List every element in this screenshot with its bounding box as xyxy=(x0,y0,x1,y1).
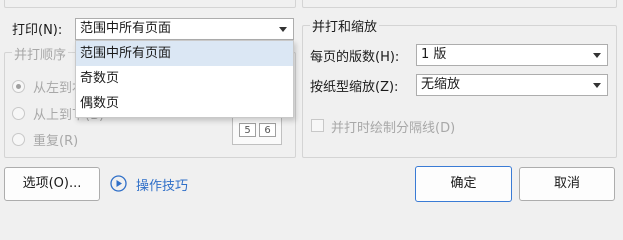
scale-group-title: 并打和缩放 xyxy=(310,16,380,35)
print-range-label: 打印(N): xyxy=(12,23,63,38)
pages-per-sheet-label: 每页的版数(H): xyxy=(310,50,400,65)
scale-to-paper-label: 按纸型缩放(Z): xyxy=(310,80,399,95)
preview-page: 5 xyxy=(239,123,256,137)
dropdown-option-even-pages[interactable]: 偶数页 xyxy=(76,91,293,116)
preview-page: 6 xyxy=(259,123,276,137)
play-circle-icon xyxy=(110,175,127,192)
dropdown-option-all-pages[interactable]: 范围中所有页面 xyxy=(76,41,293,66)
radio-left-to-right[interactable] xyxy=(12,80,25,93)
dropdown-option-odd-pages[interactable]: 奇数页 xyxy=(76,66,293,91)
draw-borders-label: 并打时绘制分隔线(D) xyxy=(331,121,456,136)
chevron-down-icon xyxy=(279,27,287,32)
radio-repeat[interactable] xyxy=(12,133,25,146)
radio-repeat-label: 重复(R) xyxy=(33,134,79,149)
chevron-down-icon xyxy=(593,83,601,88)
upper-group-edge-left xyxy=(4,0,296,8)
scale-to-paper-select[interactable]: 无缩放 xyxy=(416,74,608,96)
options-button[interactable]: 选项(O)... xyxy=(4,167,100,201)
ok-button[interactable]: 确定 xyxy=(415,166,512,202)
cancel-button[interactable]: 取消 xyxy=(519,167,615,201)
upper-group-edge-right xyxy=(302,0,617,8)
print-range-dropdown: 范围中所有页面 奇数页 偶数页 xyxy=(75,40,294,118)
pages-per-sheet-select[interactable]: 1 版 xyxy=(416,44,608,66)
collate-group-title: 并打顺序 xyxy=(12,44,69,63)
draw-borders-checkbox[interactable] xyxy=(311,119,324,132)
radio-top-to-bottom[interactable] xyxy=(12,107,25,120)
scale-to-paper-value: 无缩放 xyxy=(421,77,461,92)
print-range-value: 范围中所有页面 xyxy=(80,21,172,36)
collate-preview-icon: 5 6 xyxy=(232,117,282,145)
pages-per-sheet-value: 1 版 xyxy=(421,47,447,62)
print-range-select[interactable]: 范围中所有页面 xyxy=(75,18,294,40)
tips-link-label: 操作技巧 xyxy=(136,179,189,194)
chevron-down-icon xyxy=(593,53,601,58)
